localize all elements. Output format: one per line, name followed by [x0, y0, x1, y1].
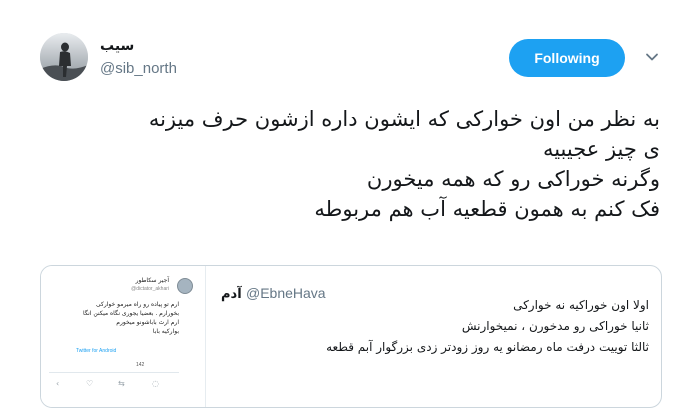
- tweet-line: به نظر من اون خوارکی که ایشون داره ازشون…: [148, 107, 660, 131]
- user-display-name[interactable]: سیب: [100, 38, 134, 54]
- chevron-down-icon[interactable]: [644, 49, 660, 65]
- reply-icon: ◌: [152, 379, 159, 388]
- heart-icon: ♡: [86, 379, 94, 388]
- screenshot-tweet-text: ارم تو پیاده رو راه میرمو خوارکی بخورارم…: [69, 300, 179, 336]
- screenshot-line: ارم ارث باباشونو میخورم: [116, 319, 179, 326]
- retweet-icon: ⇆: [118, 379, 125, 388]
- screenshot-line: بخورارم . بعضیا یجوری نگاه میکنن انگا: [83, 310, 179, 317]
- tweet-line: وگرنه خوراکی رو که همه میخورن: [366, 167, 660, 191]
- screenshot-user-name: آجیر سکاطور: [135, 277, 169, 284]
- tweet-line: فک کنم به همون قطعیه آب هم مربوطه: [314, 197, 660, 221]
- tweet-line: ی چیز عجیبیه: [542, 137, 660, 161]
- screenshot-line: بوارکیه بابا: [152, 328, 179, 335]
- screenshot-user-handle: @dictator_akhari: [131, 286, 169, 292]
- screenshot-source: Twitter for Android: [76, 348, 117, 354]
- avatar-image: [40, 33, 88, 81]
- avatar[interactable]: [40, 33, 88, 81]
- quoted-tweet-text: اولا اون خوراکیه نه خوارکی ثانیا خوراکی …: [209, 295, 649, 358]
- screenshot-line: ارم تو پیاده رو راه میرمو خوارکی: [96, 301, 179, 308]
- screenshot-divider: [49, 372, 179, 373]
- share-icon: ‹: [56, 379, 60, 388]
- quoted-tweet-line: ثانیا خوراکی رو مدخورن ، نمیخوارنش: [461, 319, 649, 333]
- quoted-tweet-line: اولا اون خوراکیه نه خوارکی: [513, 298, 649, 312]
- screenshot-like-count: 142: [136, 362, 145, 368]
- tweet-text: به نظر من اون خوارکی که ایشون داره ازشون…: [148, 104, 660, 224]
- screenshot-avatar: [177, 278, 193, 294]
- screenshot-actions: ‹ ♡ ⇆ ◌: [56, 379, 186, 389]
- quoted-tweet-card[interactable]: آجیر سکاطور @dictator_akhari ارم تو پیاد…: [40, 265, 662, 408]
- following-button[interactable]: Following: [509, 39, 625, 77]
- user-handle[interactable]: @sib_north: [100, 60, 177, 77]
- quoted-tweet-image[interactable]: آجیر سکاطور @dictator_akhari ارم تو پیاد…: [41, 266, 206, 407]
- quoted-tweet-line: ثالثا توییت درفت ماه رمضانو یه روز زودتر…: [326, 340, 649, 354]
